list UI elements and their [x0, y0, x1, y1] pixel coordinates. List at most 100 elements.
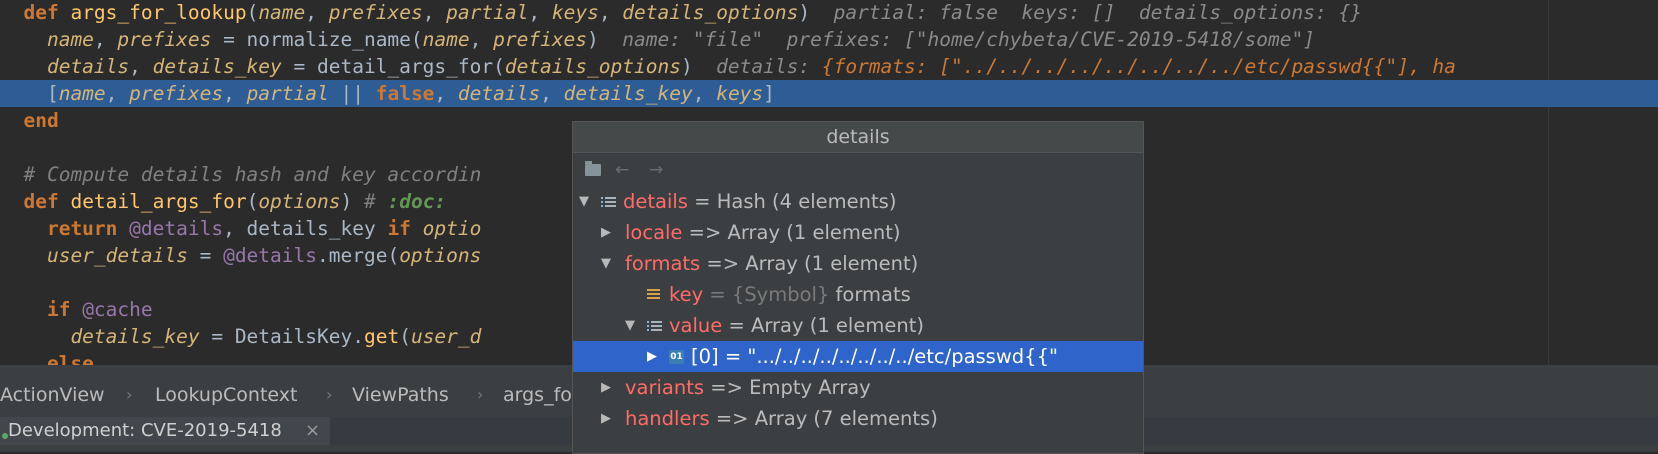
variable-value: => Array (7 elements) — [709, 407, 938, 430]
collection-icon — [601, 194, 616, 209]
code-token: = DetailsKey. — [199, 325, 364, 348]
tree-row-handlers[interactable]: ▶ handlers => Array (7 elements) — [573, 403, 1143, 434]
variable-name: details — [623, 190, 688, 213]
expanded-arrow-icon[interactable]: ▼ — [579, 186, 589, 217]
breadcrumb-separator: › — [126, 385, 133, 404]
code-line[interactable]: details, details_key = detail_args_for(d… — [0, 53, 1658, 80]
breadcrumb-separator: › — [477, 385, 484, 404]
code-token: name: "file" prefixes: ["home/chybeta/CV… — [622, 28, 1315, 51]
code-token: partial — [446, 1, 529, 24]
code-token: options — [399, 244, 482, 267]
tree-row-key[interactable]: key = {Symbol} formats — [573, 279, 1143, 310]
code-token: get — [363, 325, 400, 348]
tree-row-details[interactable]: ▼ details = Hash (4 elements) — [573, 186, 1143, 217]
back-arrow-icon[interactable]: ← — [615, 161, 629, 179]
close-icon[interactable]: × — [305, 417, 320, 445]
breadcrumb-item-actionview[interactable]: ActionView — [0, 382, 105, 408]
tab-label: Development: CVE-2019-5418 — [8, 420, 282, 441]
code-token: {formats: ["../../../../../../../../etc/… — [821, 55, 1456, 78]
code-token: , — [129, 55, 153, 78]
code-token: ] — [763, 82, 775, 105]
variable-name: locale — [625, 221, 683, 244]
variable-name: key — [669, 283, 704, 306]
code-token: partial — [246, 82, 329, 105]
collection-icon — [647, 318, 662, 333]
variable-type: = {Symbol} — [703, 283, 830, 306]
tab-development[interactable]: Development: CVE-2019-5418 × — [0, 417, 330, 445]
code-token: details_key — [0, 325, 200, 348]
code-token: , details_key — [223, 217, 388, 240]
tree-row-locale[interactable]: ▶ locale => Array (1 element) — [573, 217, 1143, 248]
popup-title: details — [573, 122, 1143, 153]
code-token: details — [0, 55, 130, 78]
variable-value: = Array (1 element) — [722, 314, 924, 337]
code-token: prefixes — [117, 28, 212, 51]
collapsed-arrow-icon[interactable]: ▶ — [647, 341, 657, 372]
breadcrumb-item-viewpaths[interactable]: ViewPaths — [352, 382, 449, 408]
current-execution-line[interactable]: [name, prefixes, partial || false, detai… — [0, 80, 1658, 107]
breadcrumb-item-lookupcontext[interactable]: LookupContext — [155, 382, 297, 408]
code-token: name — [422, 28, 470, 51]
code-token: [ — [0, 82, 59, 105]
expanded-arrow-icon[interactable]: ▼ — [625, 310, 635, 341]
code-token: , — [105, 82, 130, 105]
code-line[interactable]: def args_for_lookup(name, prefixes, part… — [0, 0, 1658, 26]
code-token: detail_args_for — [70, 190, 247, 213]
variable-value: = Hash (4 elements) — [687, 190, 897, 213]
code-token: user_d — [410, 325, 482, 348]
code-line[interactable]: name, prefixes = normalize_name(name, pr… — [0, 26, 1658, 53]
code-token: ) — [587, 28, 623, 51]
code-token: details_options — [622, 1, 799, 24]
code-token: name — [0, 28, 94, 51]
code-token: def — [0, 1, 71, 24]
breadcrumb-separator: › — [326, 385, 333, 404]
code-token: , — [223, 82, 247, 105]
code-token: ) — [340, 190, 364, 213]
code-token: = — [187, 244, 224, 267]
tree-row-label: variants => Empty Array — [625, 372, 871, 403]
variable-value: = ".../../../../../../../../etc/passwd{{… — [718, 345, 1058, 368]
variable-name: handlers — [625, 407, 710, 430]
code-token: .merge( — [317, 244, 400, 267]
code-token: prefixes — [129, 82, 224, 105]
tree-row-formats[interactable]: ▼ formats => Array (1 element) — [573, 248, 1143, 279]
variable-value: => Array (1 element) — [682, 221, 901, 244]
details-inspector-popup[interactable]: details ← → ▼ details = Hash (4 elements)… — [572, 121, 1144, 454]
collapsed-arrow-icon[interactable]: ▶ — [601, 403, 611, 434]
code-token: ( — [399, 325, 411, 348]
code-token: options — [258, 190, 341, 213]
code-token: args_for_lookup — [70, 1, 247, 24]
code-token: user_details — [0, 244, 188, 267]
folder-icon[interactable] — [585, 161, 601, 176]
collapsed-arrow-icon[interactable]: ▶ — [601, 372, 611, 403]
tree-row-label: value = Array (1 element) — [669, 310, 924, 341]
collapsed-arrow-icon[interactable]: ▶ — [601, 217, 611, 248]
tree-row-value[interactable]: ▼ value = Array (1 element) — [573, 310, 1143, 341]
code-token: if — [387, 217, 423, 240]
variable-value: formats — [829, 283, 911, 306]
expanded-arrow-icon[interactable]: ▼ — [601, 248, 611, 279]
code-token: = normalize_name( — [211, 28, 423, 51]
code-token: @details — [223, 244, 317, 267]
code-token: , — [469, 28, 494, 51]
tree-row-label: [0] = ".../../../../../../../../etc/pass… — [691, 341, 1058, 372]
code-token: ( — [246, 1, 259, 24]
code-token: , — [540, 82, 564, 105]
code-token: optio — [422, 217, 482, 240]
code-token: details — [457, 82, 541, 105]
variable-name: variants — [625, 376, 705, 399]
code-token: = detail_args_for( — [281, 55, 505, 78]
tree-row-label: formats => Array (1 element) — [625, 248, 918, 279]
code-token: details_key — [563, 82, 693, 105]
popup-toolbar: ← → — [573, 153, 1143, 187]
code-token: # Compute details hash and key accordin — [0, 163, 482, 186]
tree-row-label: locale => Array (1 element) — [625, 217, 900, 248]
code-token: return — [0, 217, 130, 240]
tree-row-variants[interactable]: ▶ variants => Empty Array — [573, 372, 1143, 403]
code-token: @cache — [82, 298, 153, 321]
tree-row-0[interactable]: ▶ 01 [0] = ".../../../../../../../../etc/p… — [573, 341, 1143, 372]
code-token: :doc: — [387, 190, 447, 213]
breadcrumb-item-args-for-lookup[interactable]: args_fo — [503, 382, 572, 408]
forward-arrow-icon[interactable]: → — [649, 161, 663, 179]
code-token: keys — [716, 82, 764, 105]
